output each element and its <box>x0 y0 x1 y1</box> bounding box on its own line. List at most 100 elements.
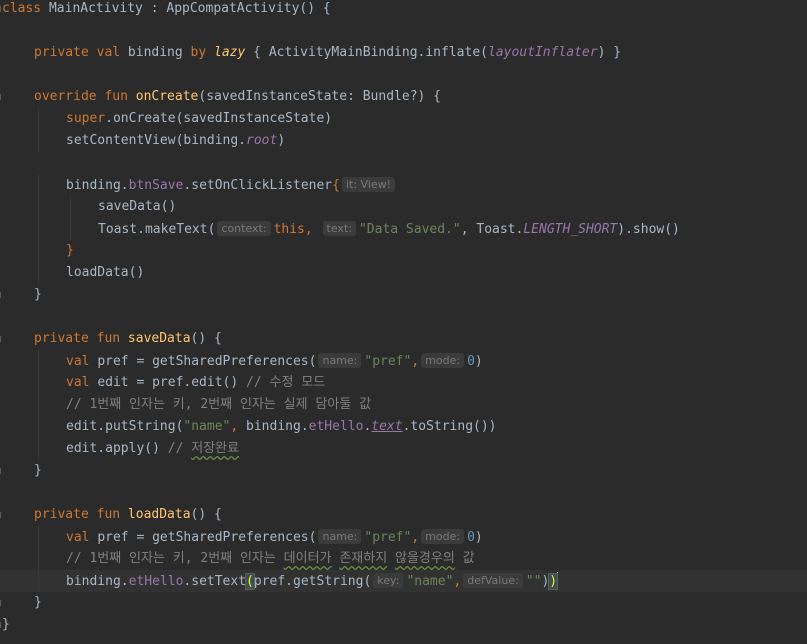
code-line[interactable]: } <box>0 592 807 614</box>
code-text: // 1번째 인자는 키, 2번째 인자는 데이터가 존재하지 않을경우의 값 <box>66 548 475 570</box>
code-text: binding.etHello.setText(pref.getString(k… <box>66 570 559 593</box>
code-line[interactable]: edit.apply() // 저장완료 <box>0 438 807 460</box>
code-text: edit.putString("name", binding.etHello .t… <box>66 416 497 438</box>
parameter-hint: key: <box>373 573 404 588</box>
code-line[interactable]: // 1번째 인자는 키, 2번째 인자는 실제 담아둘 값 <box>0 394 807 416</box>
code-text: private val binding by lazy { ActivityMa… <box>34 42 621 64</box>
code-line[interactable]: loadData() <box>0 262 807 284</box>
code-token: binding. <box>246 419 309 434</box>
code-line[interactable]: override fun onCreate(savedInstanceState… <box>0 86 807 108</box>
code-token: by <box>190 45 215 60</box>
code-line[interactable]: private fun saveData() { <box>0 328 807 350</box>
code-token: onCreate <box>135 89 199 104</box>
code-token: "pref" <box>364 530 412 545</box>
code-token: "name" <box>183 419 231 434</box>
code-text: edit.apply() // 저장완료 <box>66 438 239 460</box>
fold-marker-icon[interactable] <box>0 468 5 474</box>
code-line[interactable] <box>0 20 807 42</box>
code-token: , <box>453 574 462 589</box>
code-token: private fun <box>34 507 128 522</box>
code-token: } <box>34 595 42 610</box>
code-token: ( <box>245 573 255 590</box>
indent-guide <box>70 218 71 240</box>
code-line[interactable]: } <box>0 614 807 636</box>
code-token: setContentView(binding. <box>66 133 247 148</box>
code-line[interactable]: private fun loadData() { <box>0 504 807 526</box>
code-token: root <box>246 133 278 148</box>
indent-guide <box>38 240 39 262</box>
code-line[interactable] <box>0 64 807 86</box>
code-token: pref = getSharedPreferences( <box>97 530 317 545</box>
code-text: } <box>34 460 42 482</box>
parameter-hint: name: <box>318 529 362 544</box>
code-line[interactable]: } <box>0 284 807 306</box>
fold-marker-icon[interactable] <box>0 600 5 606</box>
code-token: () { <box>190 507 222 522</box>
code-line[interactable]: binding.btnSave.setOnClickListener{it: V… <box>0 174 807 196</box>
code-line[interactable] <box>0 482 807 504</box>
code-token: 데이터가 <box>283 551 332 566</box>
code-line[interactable]: binding.etHello.setText(pref.getString(k… <box>0 570 807 592</box>
code-token: binding. <box>66 178 129 193</box>
code-token: etHello <box>128 574 184 589</box>
code-token: // 1번째 인자는 키, 2번째 인자는 실제 담아둘 값 <box>66 397 372 412</box>
parameter-hint: mode: <box>421 529 465 544</box>
fold-marker-icon[interactable] <box>0 512 5 518</box>
code-token: text <box>371 419 403 434</box>
code-text: } <box>66 240 74 262</box>
code-line[interactable]: private val binding by lazy { ActivityMa… <box>0 42 807 64</box>
fold-marker-icon[interactable] <box>0 336 5 342</box>
code-token: saveData <box>127 331 191 346</box>
code-token: pref.getString( <box>253 574 372 589</box>
code-token: this <box>273 222 305 237</box>
code-line[interactable]: val edit = pref.edit() // 수정 모드 <box>0 372 807 394</box>
code-line[interactable]: class MainActivity : AppCompatActivity()… <box>0 0 807 20</box>
code-token: 0 <box>467 530 475 545</box>
code-token: pref = getSharedPreferences( <box>97 354 317 369</box>
indent-guide <box>38 372 39 394</box>
code-line[interactable]: val pref = getSharedPreferences(name: "pr… <box>0 350 807 372</box>
code-line[interactable]: // 1번째 인자는 키, 2번째 인자는 데이터가 존재하지 않을경우의 값 <box>0 548 807 570</box>
code-text: val pref = getSharedPreferences(name: "pr… <box>66 526 483 549</box>
code-text: val pref = getSharedPreferences(name: "pr… <box>66 350 483 373</box>
code-token: btnSave <box>128 178 184 193</box>
code-token: ) <box>474 354 483 369</box>
code-token: super <box>66 111 106 126</box>
code-token: binding <box>127 45 191 60</box>
code-line[interactable]: } <box>0 460 807 482</box>
code-token: val <box>66 354 98 369</box>
code-line[interactable]: } <box>0 240 807 262</box>
code-token: layoutInflater <box>487 45 598 60</box>
code-token: val <box>66 530 98 545</box>
code-token: 0 <box>467 354 475 369</box>
code-token: (savedInstanceState: Bundle?) { <box>198 89 442 104</box>
code-line[interactable]: saveData() <box>0 196 807 218</box>
code-token: private fun <box>34 331 128 346</box>
fold-marker-icon[interactable] <box>0 292 5 298</box>
code-token: .onCreate(savedInstanceState) <box>105 111 333 126</box>
code-token: binding. <box>66 574 129 589</box>
code-token: } <box>34 463 42 478</box>
indent-guide <box>38 570 39 592</box>
code-line[interactable]: val pref = getSharedPreferences(name: "pr… <box>0 526 807 548</box>
code-text: private fun saveData() { <box>34 328 222 350</box>
code-token: val <box>66 375 98 390</box>
fold-marker-icon[interactable] <box>0 94 5 100</box>
code-line[interactable] <box>0 306 807 328</box>
code-editor[interactable]: class MainActivity : AppCompatActivity()… <box>0 0 807 644</box>
code-line[interactable]: edit.putString("name", binding.etHello .t… <box>0 416 807 438</box>
code-token: } <box>2 617 10 632</box>
code-line[interactable]: setContentView(binding.root) <box>0 130 807 152</box>
code-line[interactable]: super.onCreate(savedInstanceState) <box>0 108 807 130</box>
indent-guide <box>38 416 39 438</box>
code-token: edit.putString( <box>66 419 184 434</box>
code-text: Toast.makeText(context: this, text: "Data … <box>98 218 680 241</box>
code-line[interactable]: Toast.makeText(context: this, text: "Data … <box>0 218 807 240</box>
code-token: "Data Saved." <box>358 222 461 237</box>
code-token: etHello <box>308 419 364 434</box>
indent-guide <box>38 174 39 196</box>
code-text: class MainActivity : AppCompatActivity()… <box>2 0 331 20</box>
code-token: // <box>167 441 192 456</box>
indent-guide <box>70 196 71 218</box>
code-line[interactable] <box>0 152 807 174</box>
